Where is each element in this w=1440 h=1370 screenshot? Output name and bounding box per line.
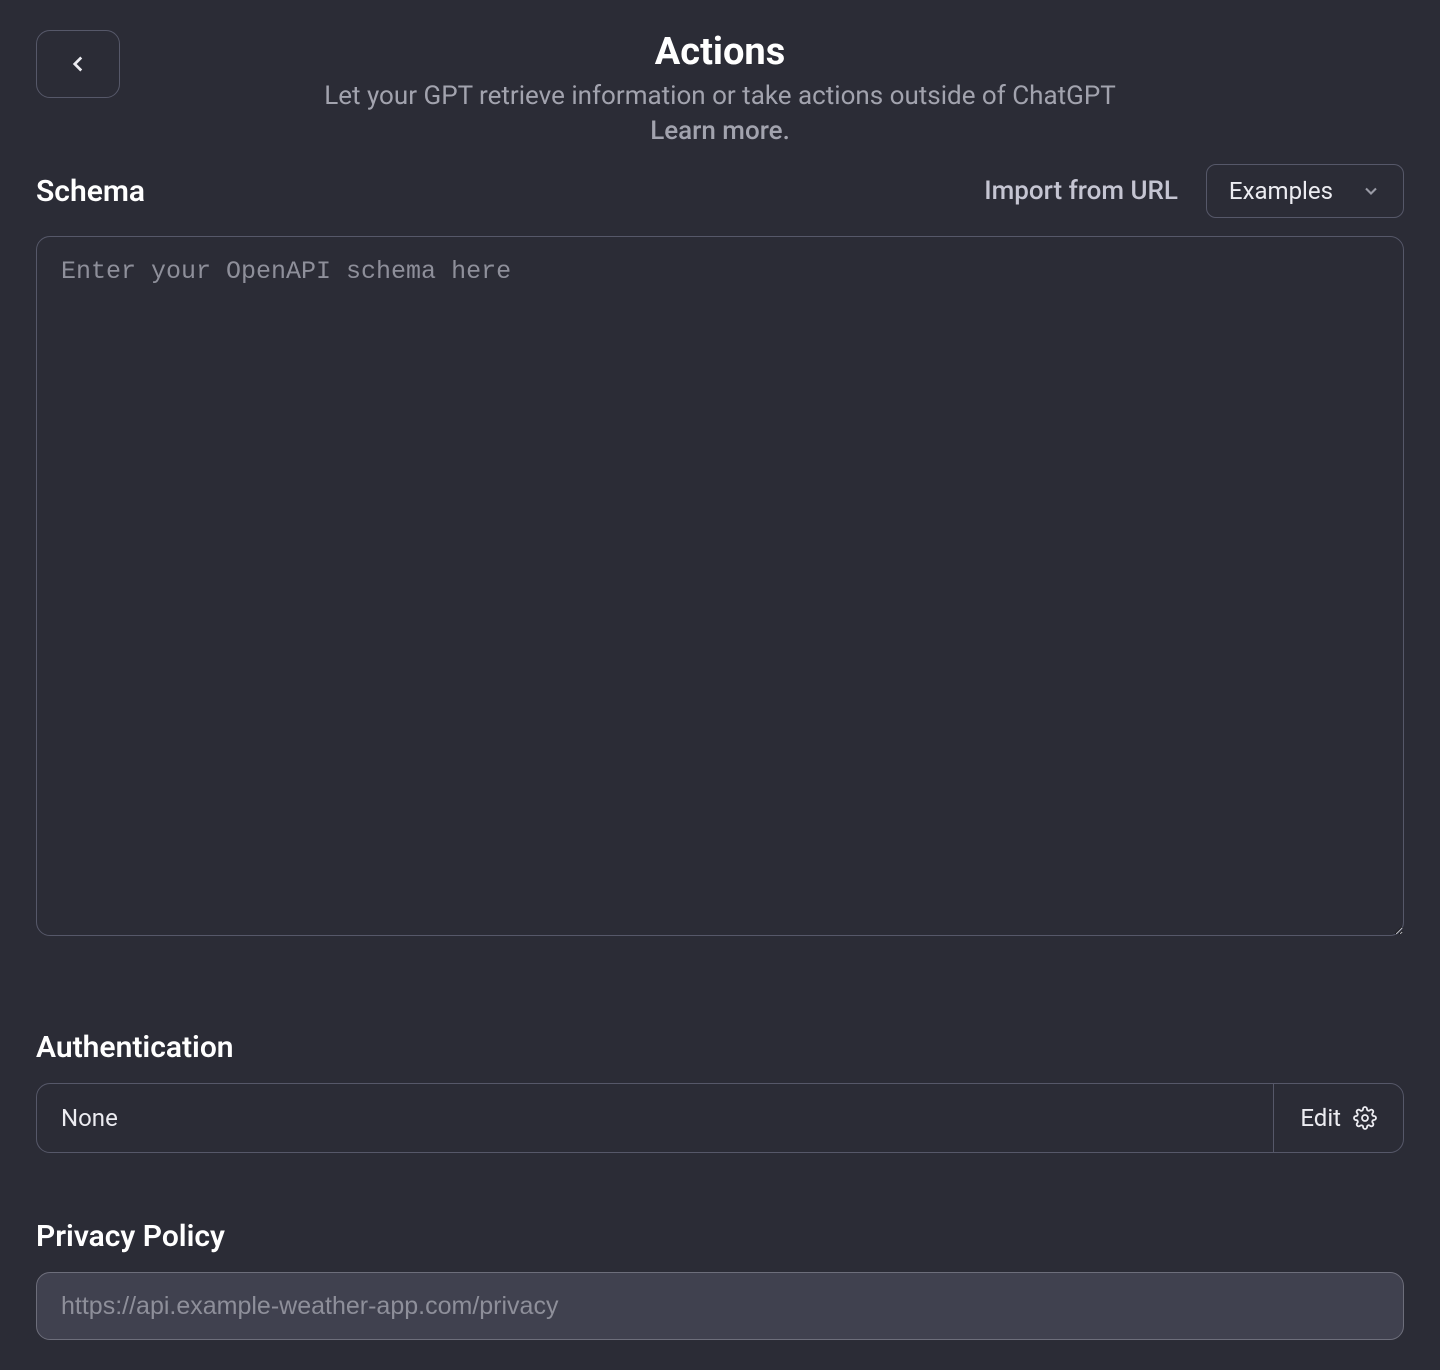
authentication-value: None — [37, 1084, 1273, 1152]
authentication-edit-button[interactable]: Edit — [1273, 1084, 1403, 1152]
chevron-left-icon — [65, 51, 91, 77]
edit-label: Edit — [1300, 1104, 1341, 1132]
back-button[interactable] — [36, 30, 120, 98]
authentication-label: Authentication — [36, 1030, 1404, 1065]
privacy-policy-label: Privacy Policy — [36, 1219, 1404, 1254]
schema-label: Schema — [36, 174, 145, 209]
examples-dropdown-label: Examples — [1229, 177, 1333, 205]
examples-dropdown[interactable]: Examples — [1206, 164, 1404, 218]
schema-textarea[interactable] — [36, 236, 1404, 936]
page-subtitle: Let your GPT retrieve information or tak… — [36, 78, 1404, 116]
chevron-down-icon — [1361, 181, 1381, 201]
import-from-url-link[interactable]: Import from URL — [984, 176, 1178, 206]
page-title: Actions — [36, 30, 1404, 74]
privacy-policy-section: Privacy Policy — [36, 1219, 1404, 1340]
gear-icon — [1353, 1106, 1377, 1130]
schema-section: Schema Import from URL Examples — [36, 164, 1404, 940]
privacy-policy-input[interactable] — [36, 1272, 1404, 1340]
authentication-section: Authentication None Edit — [36, 1030, 1404, 1153]
learn-more-link[interactable]: Learn more. — [650, 116, 790, 146]
